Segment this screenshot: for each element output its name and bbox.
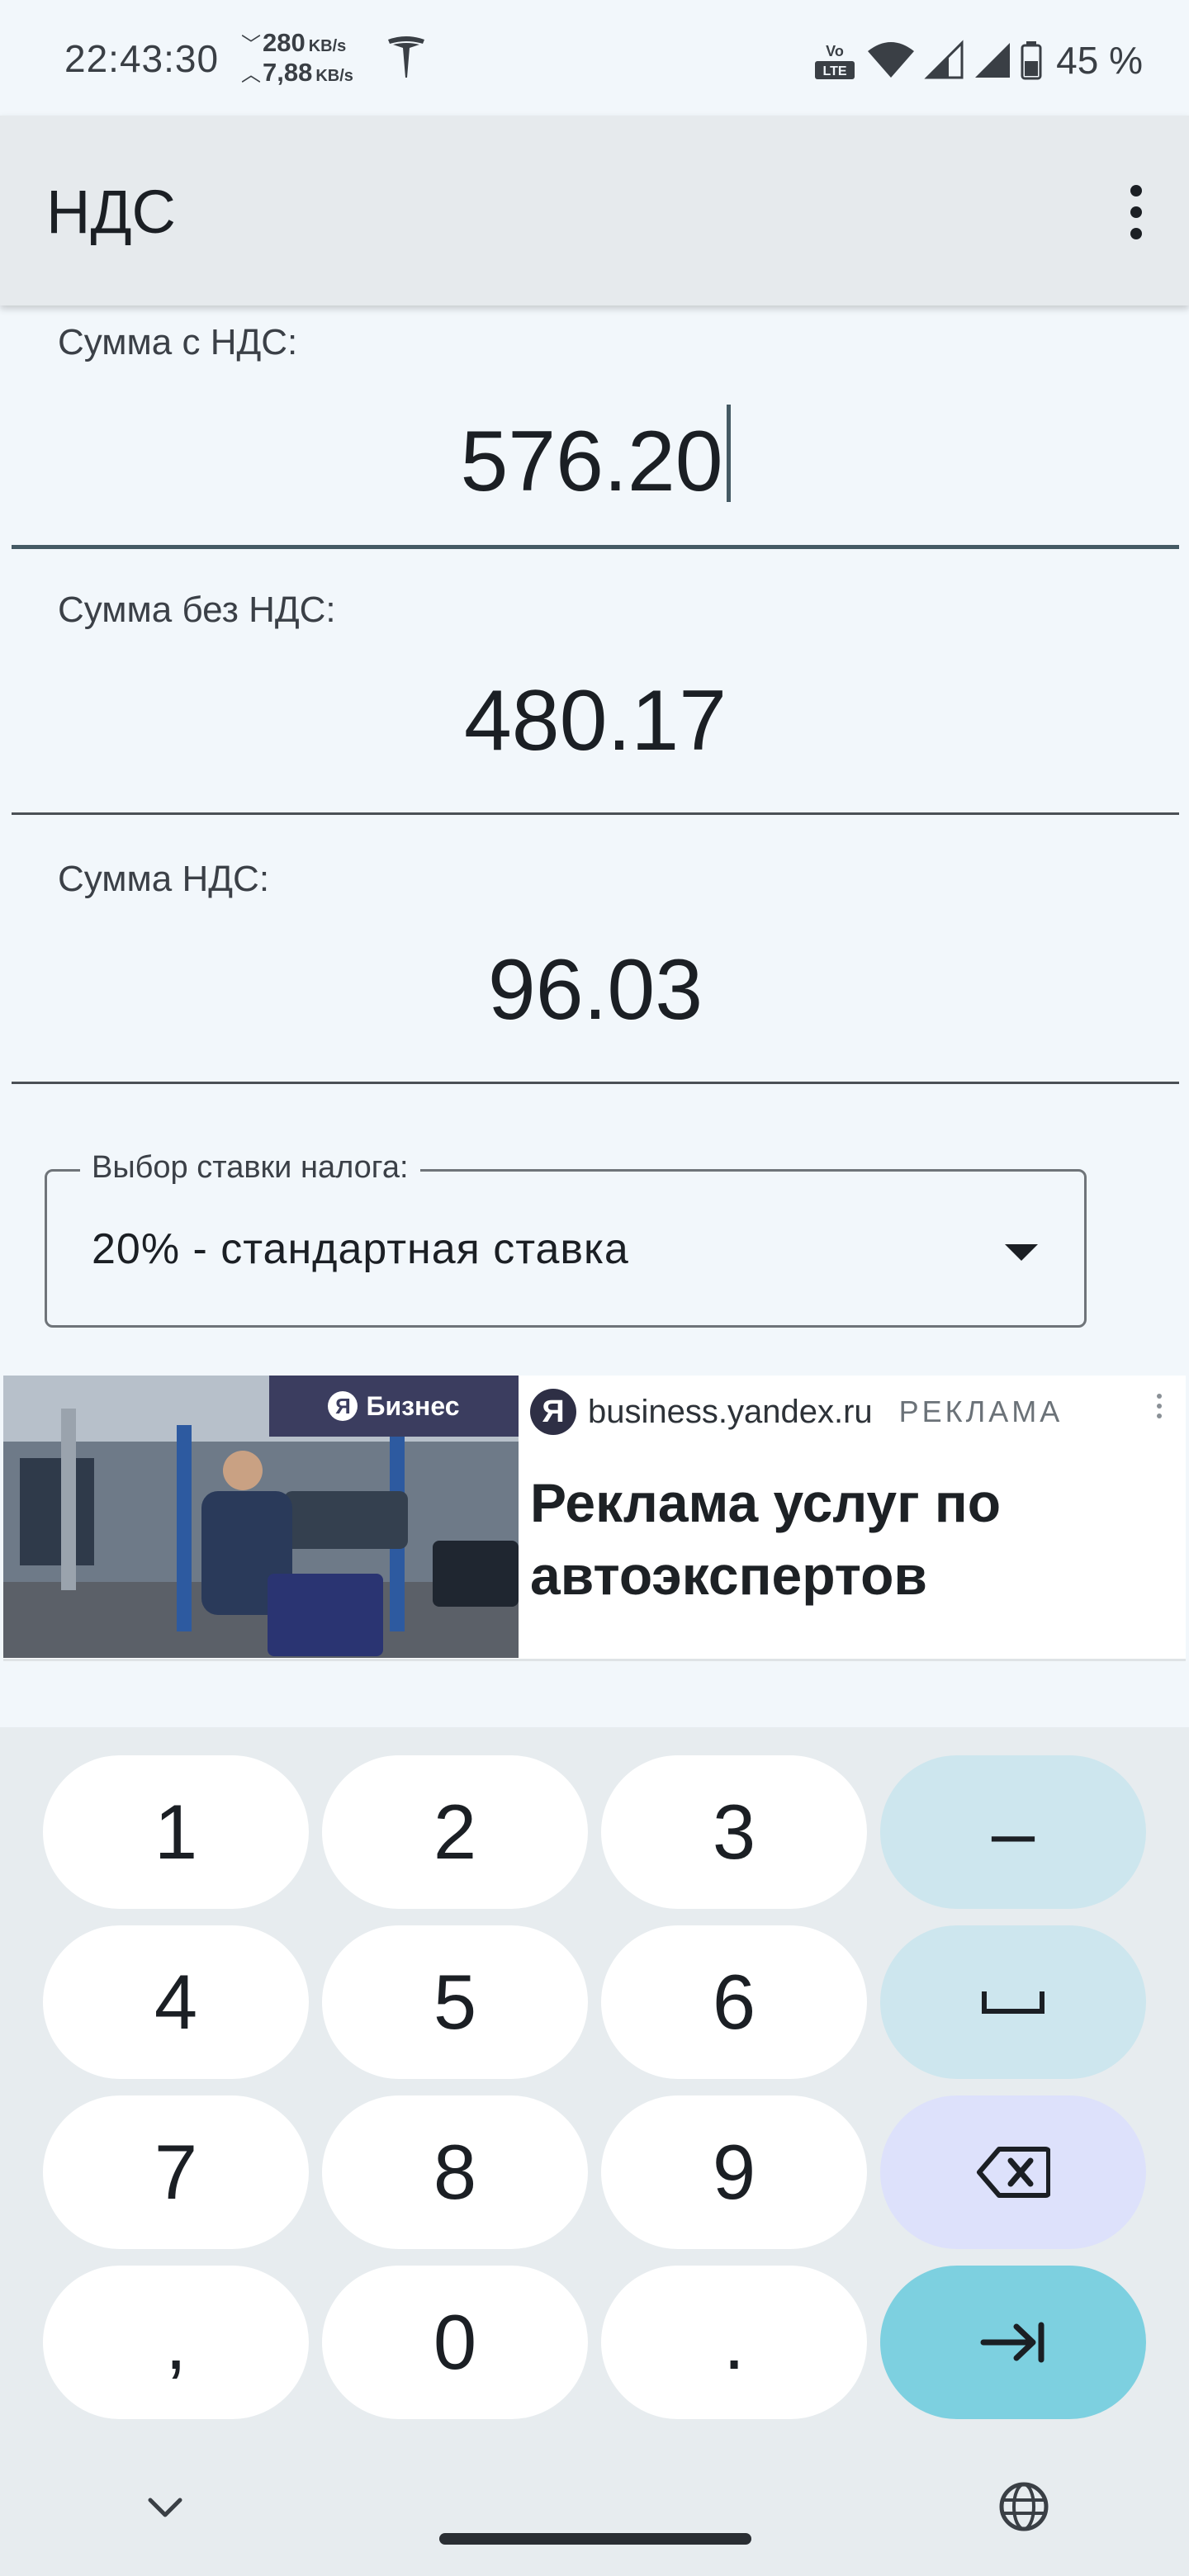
ad-domain: business.yandex.ru [588,1393,873,1430]
network-unit: KB/s [308,37,347,55]
menu-dot [1157,1413,1162,1418]
menu-dot [1130,228,1142,239]
key-0[interactable]: 0 [322,2266,588,2419]
vat-amount-label: Сумма НДС: [58,859,270,899]
signal-icon [975,43,1011,78]
key-9[interactable]: 9 [601,2095,867,2249]
key-4[interactable]: 4 [43,1925,309,2079]
key-space[interactable] [880,1925,1146,2079]
ad-banner[interactable]: Я Бизнес Я business.yandex.ru РЕКЛАМА Ре… [3,1376,1186,1661]
network-speed: ﹀280 KB/s ︿7,88 KB/s [241,28,381,94]
network-up: ︿7,88 KB/s [241,58,353,88]
next-icon [980,2322,1045,2363]
yandex-logo-icon: Я [328,1391,358,1421]
gross-amount-field[interactable]: Сумма с НДС: 576.20 [12,322,1179,570]
key-1[interactable]: 1 [43,1755,309,1909]
network-down: ﹀280 KB/s [241,28,346,58]
key-minus[interactable]: – [880,1755,1146,1909]
status-bar: 22:43:30 ﹀280 KB/s ︿7,88 KB/s Vo LTE 45 … [0,0,1189,116]
tesla-icon [388,36,424,78]
gross-amount-label: Сумма с НДС: [58,322,298,362]
key-comma[interactable]: , [43,2266,309,2419]
menu-dot [1130,206,1142,218]
network-down-value: 280 [263,28,306,57]
key-7[interactable]: 7 [43,2095,309,2249]
ad-meta: Я business.yandex.ru РЕКЛАМА [530,1387,1063,1437]
signal-icon [924,40,964,79]
key-next[interactable] [880,2266,1146,2419]
text-cursor [726,405,731,502]
network-up-value: 7,88 [263,58,313,87]
key-3[interactable]: 3 [601,1755,867,1909]
globe-icon[interactable] [997,2480,1050,2533]
key-dot[interactable]: . [601,2266,867,2419]
menu-dot [1130,185,1142,197]
vat-amount-field[interactable]: Сумма НДС: 96.03 [12,859,1179,1106]
net-amount-input[interactable]: 480.17 [12,672,1179,770]
svg-text:LTE: LTE [823,64,847,78]
wifi-icon [868,42,915,78]
key-2[interactable]: 2 [322,1755,588,1909]
gross-amount-input[interactable]: 576.20 [12,405,1179,511]
menu-dot [1157,1394,1162,1399]
tax-rate-select[interactable]: Выбор ставки налога: 20% - стандартная с… [45,1150,1087,1328]
status-icons: Vo LTE 45 % [812,31,1143,89]
key-6[interactable]: 6 [601,1925,867,2079]
net-amount-label: Сумма без НДС: [58,590,336,630]
arrow-down-icon: ﹀ [241,34,261,56]
dropdown-arrow-icon [1005,1244,1038,1261]
app-bar: НДС [0,116,1189,305]
tax-rate-value: 20% - стандартная ставка [92,1225,629,1273]
battery-level: 45 % [1056,39,1143,82]
vat-amount-input[interactable]: 96.03 [12,941,1179,1039]
volte-icon: Vo LTE [815,43,855,79]
ad-badge: Я Бизнес [269,1376,519,1437]
gross-amount-value: 576.20 [460,414,723,509]
network-unit: KB/s [315,67,353,85]
tax-rate-label: Выбор ставки налога: [80,1150,420,1186]
yandex-logo-icon: Я [530,1389,576,1435]
svg-text:Vo: Vo [826,43,844,59]
net-amount-underline [12,812,1179,815]
gross-amount-underline [12,545,1179,549]
chevron-down-icon[interactable] [147,2495,183,2520]
ad-title: Реклама услуг по автоэкспертов [530,1472,1002,1606]
net-amount-field[interactable]: Сумма без НДС: 480.17 [12,590,1179,837]
numeric-keyboard: 1 2 3 – 4 5 6 7 8 9 , 0 . [0,1727,1189,2576]
ad-badge-text: Бизнес [366,1390,460,1421]
backspace-icon [977,2147,1050,2198]
key-backspace[interactable] [880,2095,1146,2249]
ad-more-icon[interactable] [1154,1394,1164,1427]
status-time: 22:43:30 [64,37,220,80]
home-indicator[interactable] [439,2533,751,2545]
more-vert-icon[interactable] [1120,185,1153,268]
key-5[interactable]: 5 [322,1925,588,2079]
vat-amount-underline [12,1082,1179,1084]
space-icon [982,1991,1045,2014]
ad-tag: РЕКЛАМА [898,1395,1063,1428]
key-8[interactable]: 8 [322,2095,588,2249]
menu-dot [1157,1404,1162,1409]
arrow-up-icon: ︿ [241,64,261,86]
battery-icon [1021,41,1042,80]
app-title: НДС [46,178,176,246]
